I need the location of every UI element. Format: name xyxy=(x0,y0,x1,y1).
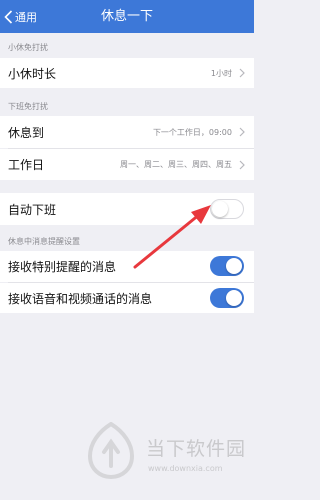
workdays-row[interactable]: 工作日 周一、周二、周三、周四、周五 xyxy=(0,149,254,180)
watermark-name: 当下软件园 xyxy=(146,438,247,460)
navigation-bar: 通用 休息一下 xyxy=(0,0,254,33)
voice-video-call-label: 接收语音和视频通话的消息 xyxy=(8,291,153,306)
special-reminder-row: 接收特别提醒的消息 xyxy=(0,251,254,282)
section-header-off-work: 下班免打扰 xyxy=(8,102,48,111)
auto-off-work-label: 自动下班 xyxy=(8,202,57,217)
voice-video-call-toggle[interactable] xyxy=(210,288,244,308)
chevron-right-icon xyxy=(239,68,245,78)
watermark-url: www.downxia.com xyxy=(148,464,223,473)
section-header-notifications: 休息中消息提醒设置 xyxy=(8,237,80,246)
watermark: 当下软件园 www.downxia.com xyxy=(84,414,254,494)
voice-video-call-row: 接收语音和视频通话的消息 xyxy=(0,283,254,313)
toggle-knob xyxy=(226,258,242,274)
auto-off-work-row: 自动下班 xyxy=(0,193,254,225)
short-break-duration-value: 1小时 xyxy=(210,68,232,78)
chevron-right-icon xyxy=(239,127,245,137)
workdays-value: 周一、周二、周三、周四、周五 xyxy=(120,160,232,169)
rest-until-value: 下一个工作日，09:00 xyxy=(152,127,232,137)
special-reminder-label: 接收特别提醒的消息 xyxy=(8,260,117,274)
short-break-duration-label: 小休时长 xyxy=(8,66,57,81)
watermark-logo-icon xyxy=(87,422,135,480)
toggle-knob xyxy=(226,290,242,306)
special-reminder-toggle[interactable] xyxy=(210,256,244,276)
page-title: 休息一下 xyxy=(100,9,153,24)
auto-off-work-toggle[interactable] xyxy=(210,199,244,219)
toggle-knob xyxy=(212,201,228,217)
workdays-label: 工作日 xyxy=(8,158,45,172)
short-break-duration-row[interactable]: 小休时长 1小时 xyxy=(0,58,254,88)
chevron-right-icon xyxy=(239,160,245,169)
rest-until-label: 休息到 xyxy=(8,125,45,140)
rest-until-row[interactable]: 休息到 下一个工作日，09:00 xyxy=(0,116,254,148)
section-header-short-break: 小休免打扰 xyxy=(8,43,48,52)
